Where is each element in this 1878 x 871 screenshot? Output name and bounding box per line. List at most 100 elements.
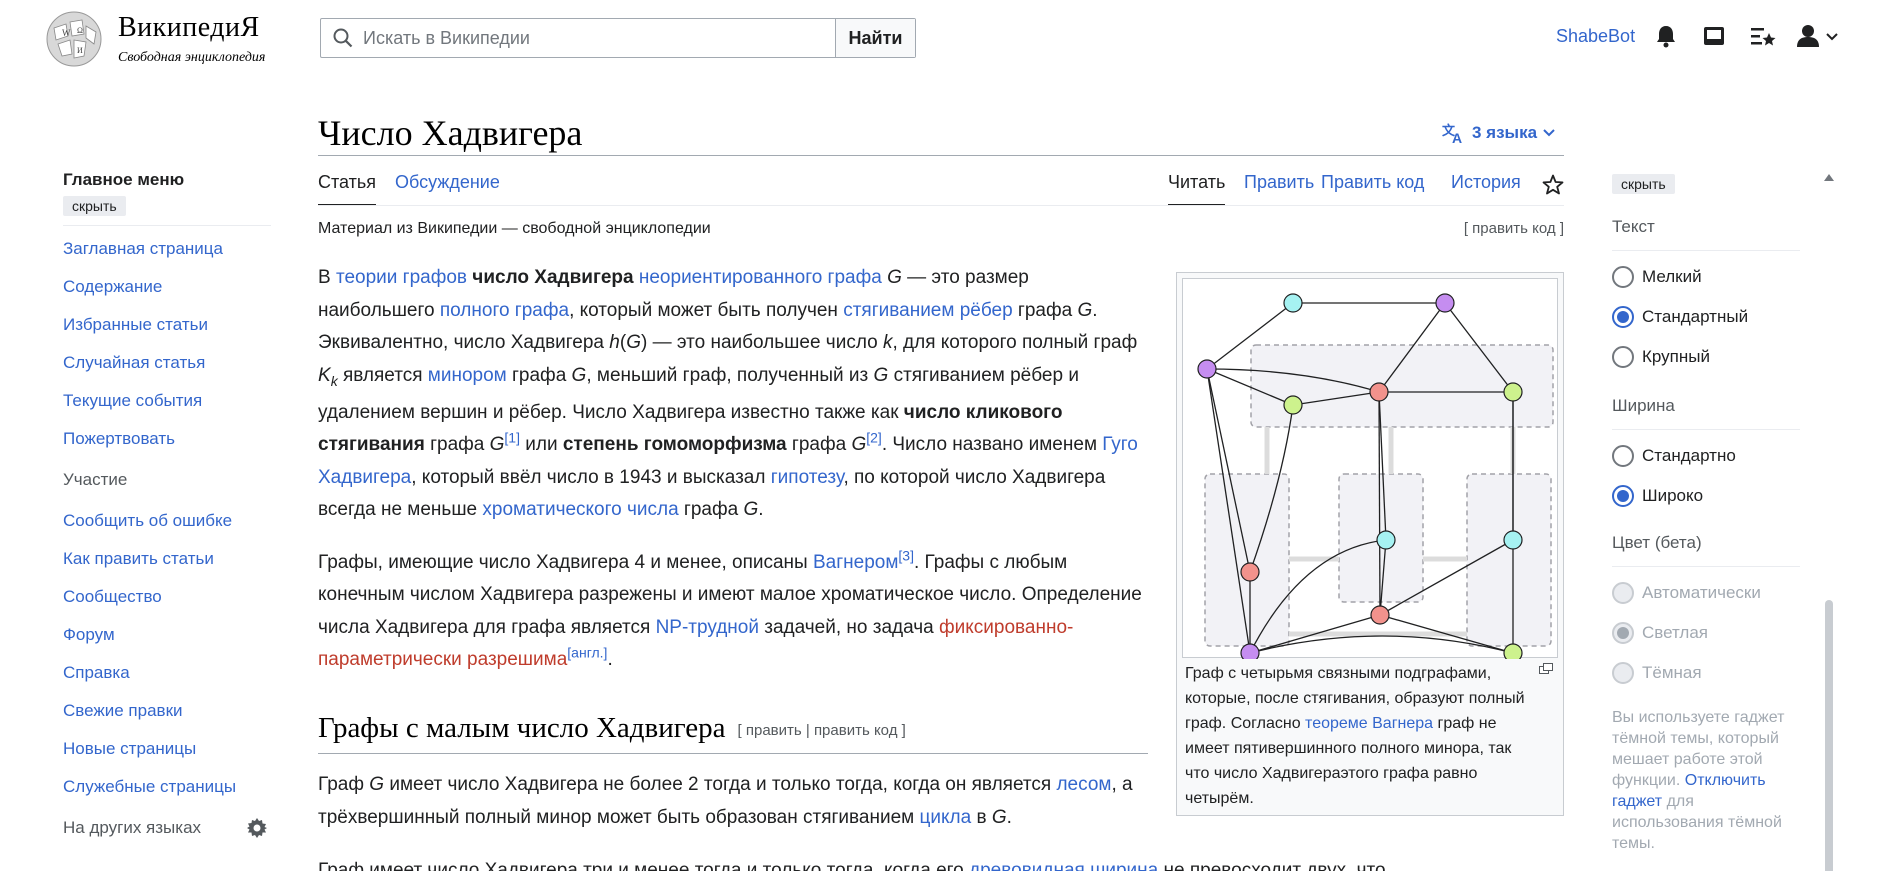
hide-menu-button[interactable]: скрыть	[63, 196, 126, 216]
svg-text:Ω: Ω	[77, 26, 83, 35]
text: графа	[506, 364, 572, 386]
reference[interactable]: [1]	[504, 430, 520, 446]
appearance-panel: скрыть Текст Мелкий Стандартный Крупный …	[1612, 174, 1800, 854]
link[interactable]: лесом	[1056, 774, 1111, 795]
user-menu-icon[interactable]	[1796, 24, 1838, 48]
color-heading: Цвет (бета)	[1612, 533, 1702, 552]
bold-text: степень гомоморфизма	[562, 434, 787, 456]
tab-edit[interactable]: Править	[1244, 172, 1314, 206]
text: не превосходит двух, что	[1158, 860, 1386, 871]
search-placeholder: Искать в Википедии	[363, 27, 530, 48]
link[interactable]: теореме Вагнера	[1305, 715, 1433, 732]
language-button[interactable]: 文A 3 языка	[1442, 122, 1555, 144]
tab-read[interactable]: Читать	[1168, 172, 1226, 206]
user-link[interactable]: ShabeBot	[1556, 26, 1635, 47]
svg-text:И: И	[77, 46, 83, 55]
link[interactable]: минором	[428, 365, 507, 386]
sidebar-item[interactable]: Новые страницы	[63, 730, 271, 768]
tab-edit-source[interactable]: Править код	[1321, 172, 1424, 206]
interlanguage-link[interactable]: [англ.]	[567, 645, 607, 661]
radio-standard[interactable]: Стандартный	[1612, 297, 1800, 337]
radio-small[interactable]: Мелкий	[1612, 257, 1800, 297]
radio-button-disabled	[1612, 662, 1634, 684]
paragraph: Граф имеет число Хадвигера три и менее т…	[318, 854, 1438, 871]
radio-button-selected	[1612, 485, 1634, 507]
page-tabs: Статья Обсуждение Читать Править Править…	[318, 172, 1564, 206]
text: Граф имеет число Хадвигера три и менее т…	[318, 860, 970, 871]
graph-image[interactable]	[1182, 278, 1558, 663]
sidebar-item[interactable]: Случайная статья	[63, 344, 271, 382]
hide-appearance-button[interactable]: скрыть	[1612, 174, 1675, 194]
graph-drawing	[1197, 293, 1554, 663]
link[interactable]: хроматического числа	[482, 499, 678, 520]
sidebar-item[interactable]: Как править статьи	[63, 540, 271, 578]
other-languages-label: На других языках	[63, 818, 202, 837]
sidebar-section-heading: Участие	[63, 470, 128, 489]
text: графа	[786, 434, 852, 456]
reference[interactable]: [3]	[898, 547, 914, 563]
sidebar-item[interactable]: Сообщить об ошибке	[63, 502, 271, 540]
radio-width-standard[interactable]: Стандартно	[1612, 436, 1800, 476]
math-var: G	[1077, 299, 1093, 321]
sidebar-item[interactable]: Текущие события	[63, 382, 271, 420]
title-divider	[318, 155, 1564, 156]
math-var: G	[991, 807, 1007, 828]
radio-label: Светлая	[1642, 623, 1708, 642]
dark-theme-note: Вы используете гаджет тёмной темы, котор…	[1612, 707, 1800, 854]
radio-width-wide[interactable]: Широко	[1612, 476, 1800, 516]
radio-color-auto: Автоматически	[1612, 573, 1800, 613]
svg-text:W: W	[62, 28, 71, 38]
scroll-up-icon[interactable]	[1824, 174, 1834, 181]
reference[interactable]: [2]	[866, 430, 882, 446]
edit-code-link[interactable]: [ править код ]	[1464, 220, 1564, 237]
tab-article[interactable]: Статья	[318, 172, 377, 206]
math-var: G	[626, 332, 641, 353]
star-icon[interactable]	[1542, 174, 1564, 196]
watchlist-icon[interactable]	[1750, 24, 1776, 48]
link[interactable]: Вагнером	[813, 552, 898, 573]
tab-talk[interactable]: Обсуждение	[395, 172, 500, 206]
text: задачей, но задача	[758, 616, 940, 638]
sidebar-item[interactable]: Свежие правки	[63, 692, 271, 730]
radio-label: Автоматически	[1642, 583, 1761, 602]
scrollbar-thumb[interactable]	[1825, 600, 1833, 871]
scrollbar[interactable]	[1823, 170, 1835, 871]
sidebar-item[interactable]: Форум	[63, 616, 271, 654]
sidebar-item[interactable]: Содержание	[63, 268, 271, 306]
math-var: G	[489, 434, 505, 456]
main-menu-title: Главное меню	[63, 170, 185, 189]
sidebar-item[interactable]: Служебные страницы	[63, 768, 271, 806]
enlarge-icon[interactable]	[1539, 663, 1553, 674]
sidebar-item[interactable]: Сообщество	[63, 578, 271, 616]
sidebar-item[interactable]: Справка	[63, 654, 271, 692]
divider	[63, 225, 271, 226]
search-icon	[333, 28, 353, 48]
link[interactable]: теории графов	[336, 267, 467, 288]
sidebar-item[interactable]: Избранные статьи	[63, 306, 271, 344]
radio-label: Крупный	[1642, 347, 1710, 366]
link[interactable]: древовидная ширина	[969, 860, 1158, 871]
radio-large[interactable]: Крупный	[1612, 337, 1800, 377]
sidebar-item[interactable]: Заглавная страница	[63, 230, 271, 268]
search-box[interactable]: Искать в Википедии Найти	[320, 18, 916, 58]
radio-button	[1612, 346, 1634, 368]
sidebar-item[interactable]: Пожертвовать	[63, 420, 271, 458]
tab-history[interactable]: История	[1451, 172, 1521, 206]
wikipedia-logo[interactable]: W Ω И ВикипедиЯ Свободная энциклопедия	[44, 8, 284, 68]
bell-icon[interactable]	[1655, 24, 1677, 48]
inbox-icon[interactable]	[1702, 24, 1726, 48]
link[interactable]: цикла	[920, 807, 972, 828]
section-edit-links[interactable]: [ править | править код ]	[738, 722, 906, 739]
paragraph: Граф G имеет число Хадвигера не более 2 …	[318, 768, 1148, 834]
search-button[interactable]: Найти	[835, 19, 915, 57]
link[interactable]: гипотезу	[771, 467, 844, 488]
search-input[interactable]: Искать в Википедии	[321, 19, 835, 57]
bold-text: число Хадвигера	[472, 267, 634, 288]
radio-button-selected	[1612, 306, 1634, 328]
gear-icon[interactable]	[247, 818, 267, 838]
text: имеет число Хадвигера не более 2 тогда и…	[384, 774, 1057, 795]
link[interactable]: стягиванием рёбер	[843, 300, 1012, 321]
link[interactable]: полного графа	[440, 300, 569, 321]
link[interactable]: неориентированного графа	[639, 267, 882, 288]
link[interactable]: NP-трудной	[656, 617, 759, 638]
